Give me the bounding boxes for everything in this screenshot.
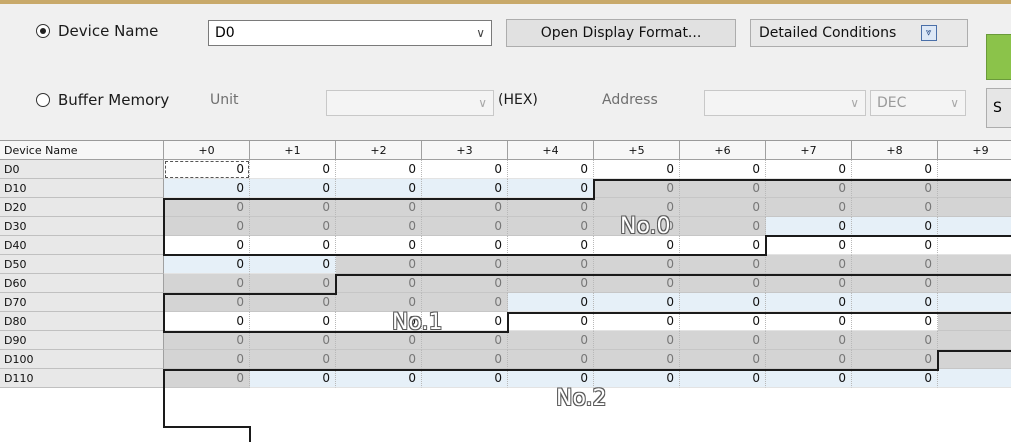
expand-icon: ⩔ xyxy=(920,25,937,41)
address-combo: ∨ xyxy=(704,90,866,116)
hex-label: (HEX) xyxy=(498,92,538,108)
open-display-format-button[interactable]: Open Display Format... xyxy=(506,19,736,47)
detailed-conditions-label: Detailed Conditions xyxy=(759,25,897,41)
unit-label: Unit xyxy=(210,92,239,108)
buffer-memory-radio[interactable] xyxy=(36,93,50,107)
device-name-radio-label: Device Name xyxy=(58,22,159,40)
chevron-down-icon: ∨ xyxy=(850,96,859,110)
side-s-button[interactable]: S xyxy=(986,88,1011,128)
chevron-down-icon[interactable]: ∨ xyxy=(476,21,485,45)
chevron-down-icon: ∨ xyxy=(950,96,959,110)
region-outline-no0 xyxy=(163,179,1011,256)
region-label-no0: No.0 xyxy=(620,214,671,239)
region-outline-overlay xyxy=(163,179,1011,442)
device-name-option[interactable]: Device Name xyxy=(36,22,158,40)
buffer-memory-radio-label: Buffer Memory xyxy=(58,91,170,109)
device-grid: Device Name +0 +1 +2 +3 +4 +5 +6 +7 +8 +9 D0 0 0 0 0 0 0… xyxy=(0,140,1011,442)
device-name-combo[interactable]: D0 ∨ xyxy=(208,20,492,46)
unit-combo: ∨ xyxy=(326,90,494,116)
monitor-start-button[interactable] xyxy=(986,34,1011,80)
radix-combo: DEC ∨ xyxy=(870,90,966,116)
region-label-no2: No.2 xyxy=(556,386,607,411)
buffer-memory-option[interactable]: Buffer Memory xyxy=(36,91,169,109)
chevron-down-icon: ∨ xyxy=(478,96,487,110)
search-panel: Device Name D0 ∨ Open Display Format... … xyxy=(0,4,1011,140)
radix-value: DEC xyxy=(877,95,907,111)
address-label: Address xyxy=(602,92,658,108)
device-name-radio[interactable] xyxy=(36,24,50,38)
detailed-conditions-button[interactable]: Detailed Conditions ⩔ xyxy=(750,19,968,47)
region-outline-no1 xyxy=(163,274,1011,333)
device-name-value: D0 xyxy=(215,25,235,41)
region-label-no1: No.1 xyxy=(392,310,443,335)
